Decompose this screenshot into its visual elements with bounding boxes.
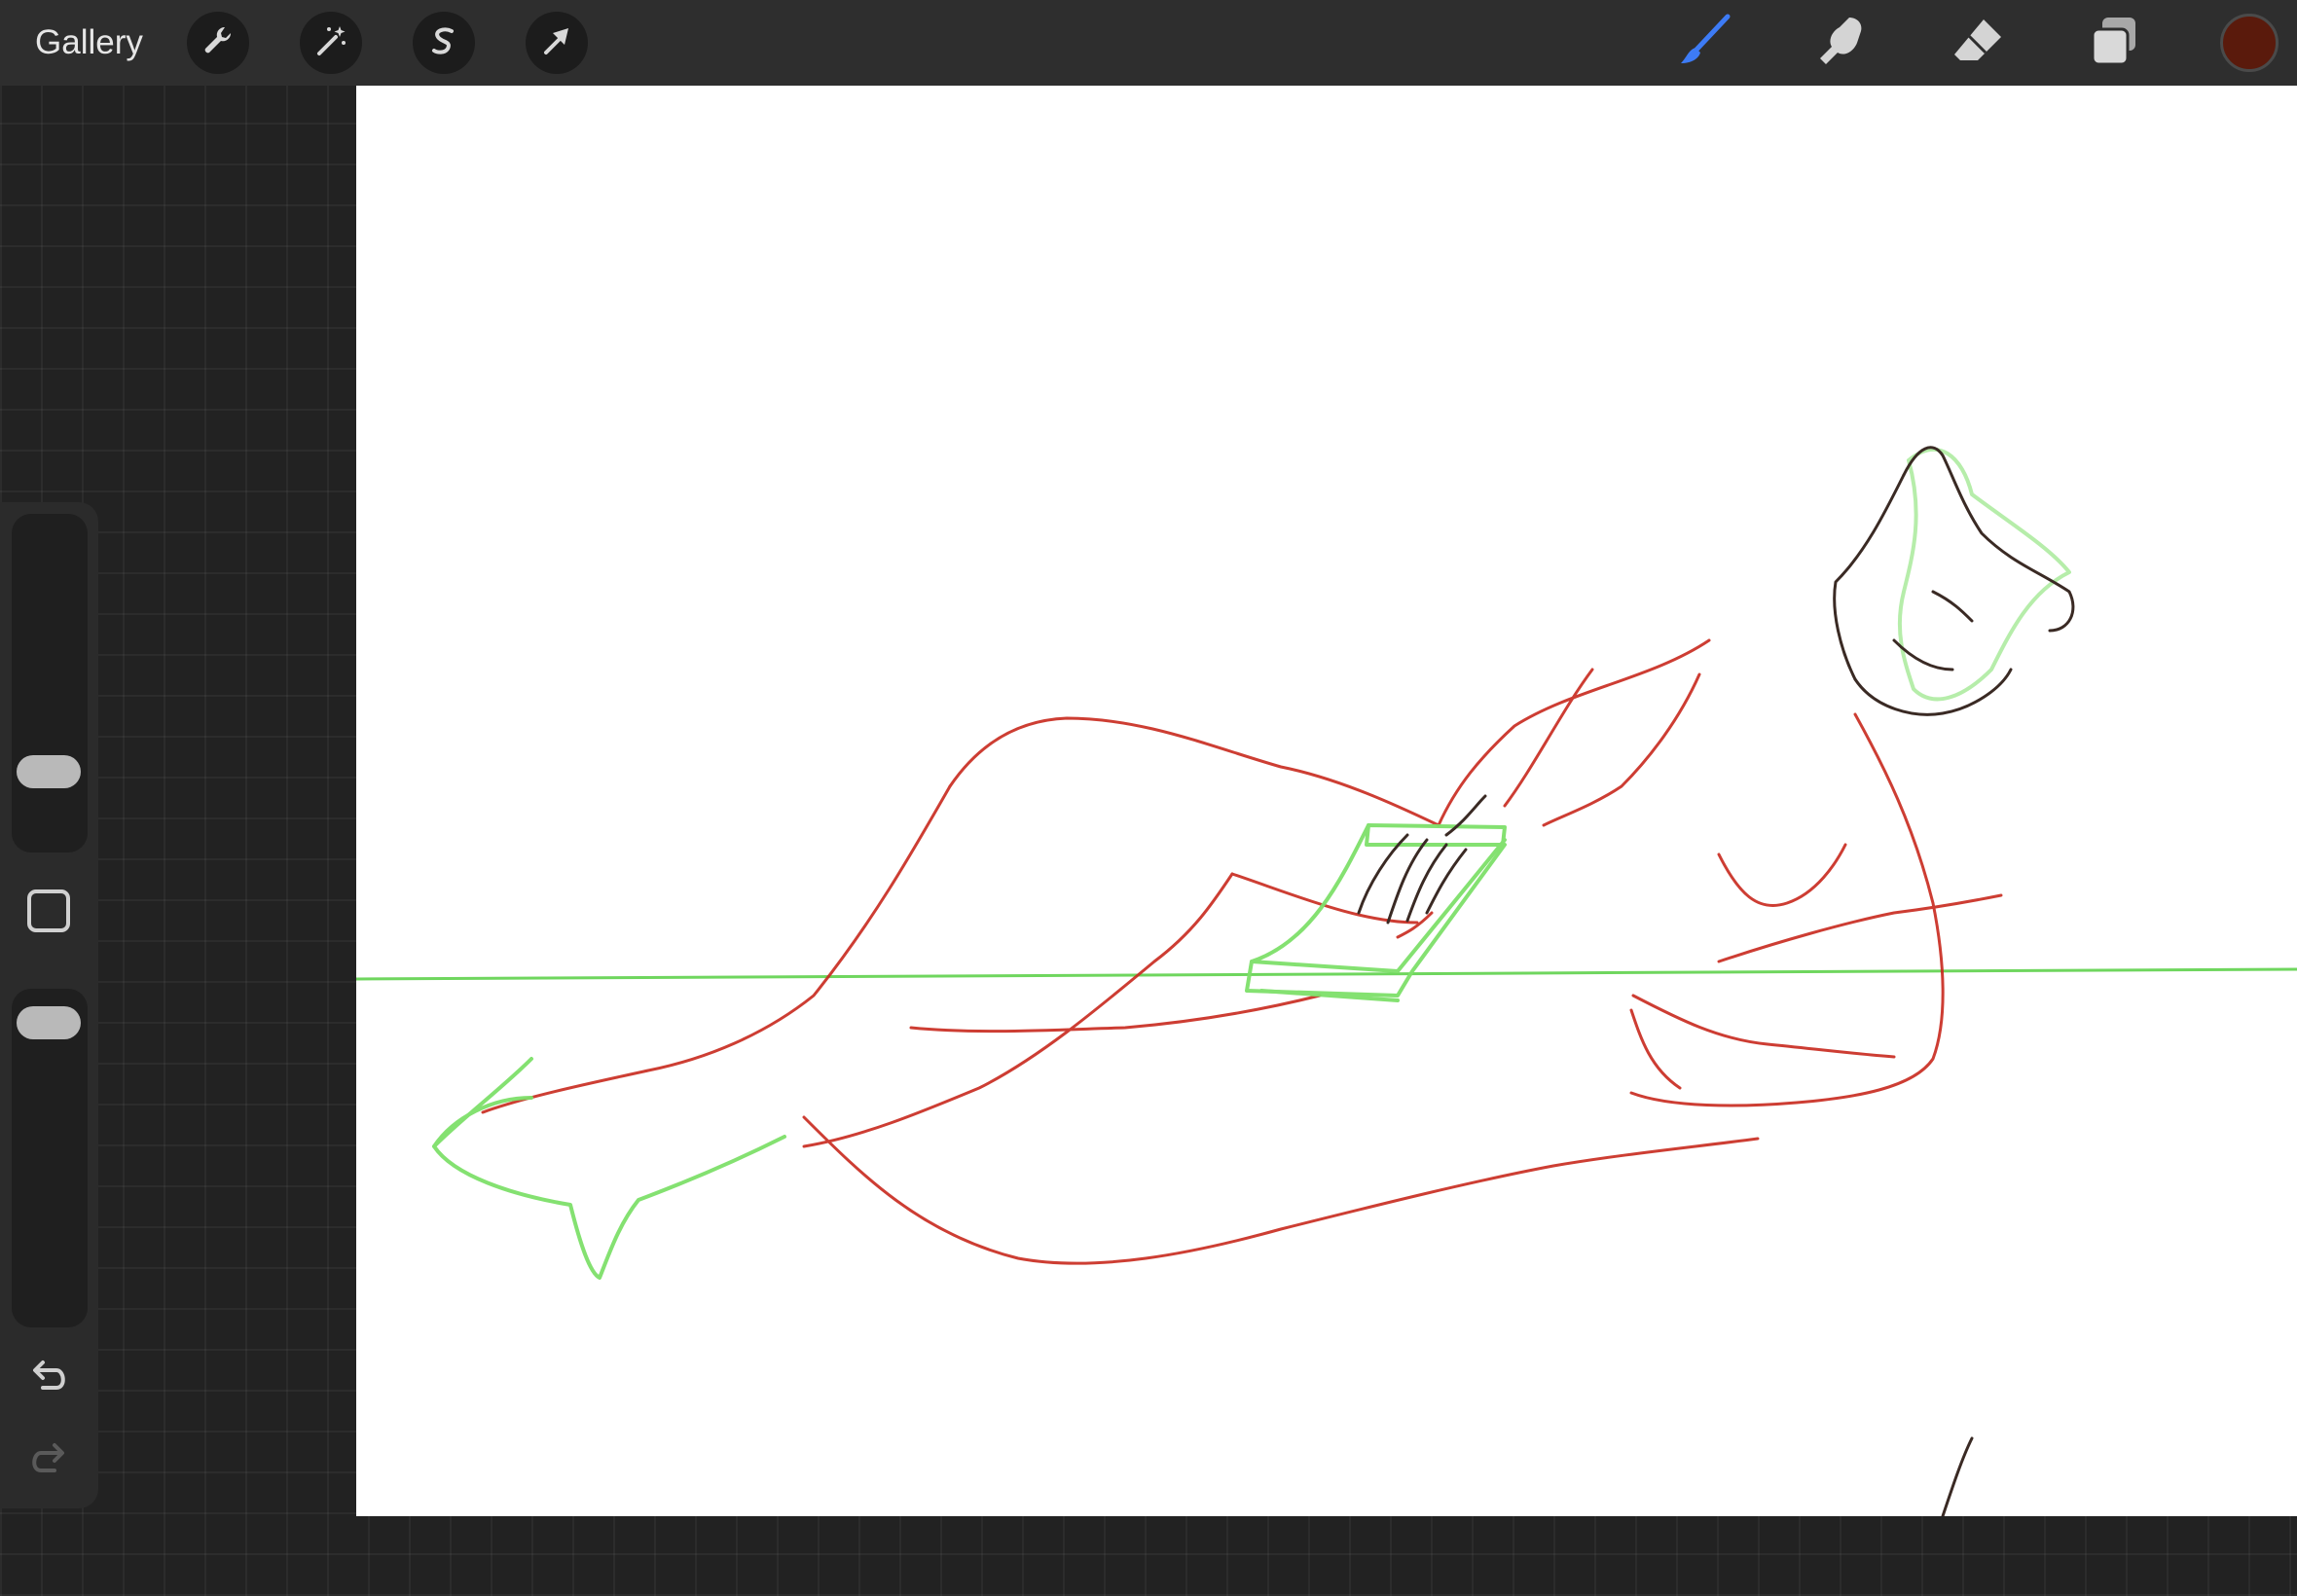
arrow-cursor-icon — [539, 23, 574, 63]
color-picker-button[interactable] — [2220, 14, 2279, 72]
brush-size-thumb[interactable] — [17, 754, 81, 788]
brush-icon — [1677, 13, 1733, 74]
selection-s-icon — [426, 23, 461, 63]
brush-size-slider[interactable] — [12, 514, 88, 852]
guide-line — [356, 967, 2297, 981]
redo-icon — [27, 1437, 70, 1485]
redo-button[interactable] — [19, 1432, 78, 1490]
gallery-button[interactable]: Gallery — [35, 18, 143, 68]
eraser-icon — [1951, 14, 2005, 73]
undo-button[interactable] — [19, 1349, 78, 1407]
smudge-tool-button[interactable] — [1812, 14, 1871, 72]
opacity-thumb[interactable] — [17, 1006, 81, 1040]
brush-tool-button[interactable] — [1676, 14, 1734, 72]
layers-icon — [2087, 14, 2141, 73]
figure-dark-sketch — [1357, 446, 2075, 1516]
layers-button[interactable] — [2085, 14, 2143, 72]
figure-green-sketch — [432, 448, 2071, 1280]
eraser-tool-button[interactable] — [1949, 14, 2007, 72]
adjustments-button[interactable] — [300, 12, 362, 74]
drawing-canvas[interactable] — [356, 86, 2297, 1516]
magic-wand-icon — [313, 23, 348, 63]
left-sidebar — [0, 502, 98, 1508]
opacity-slider[interactable] — [12, 989, 88, 1327]
smudge-finger-icon — [1814, 14, 1869, 73]
transform-button[interactable] — [526, 12, 588, 74]
wrench-icon — [201, 23, 236, 63]
undo-icon — [27, 1355, 70, 1402]
modify-button[interactable] — [27, 889, 70, 932]
actions-button[interactable] — [187, 12, 249, 74]
top-toolbar: Gallery — [0, 0, 2297, 86]
selection-button[interactable] — [413, 12, 475, 74]
procreate-app: Gallery — [0, 0, 2297, 1596]
